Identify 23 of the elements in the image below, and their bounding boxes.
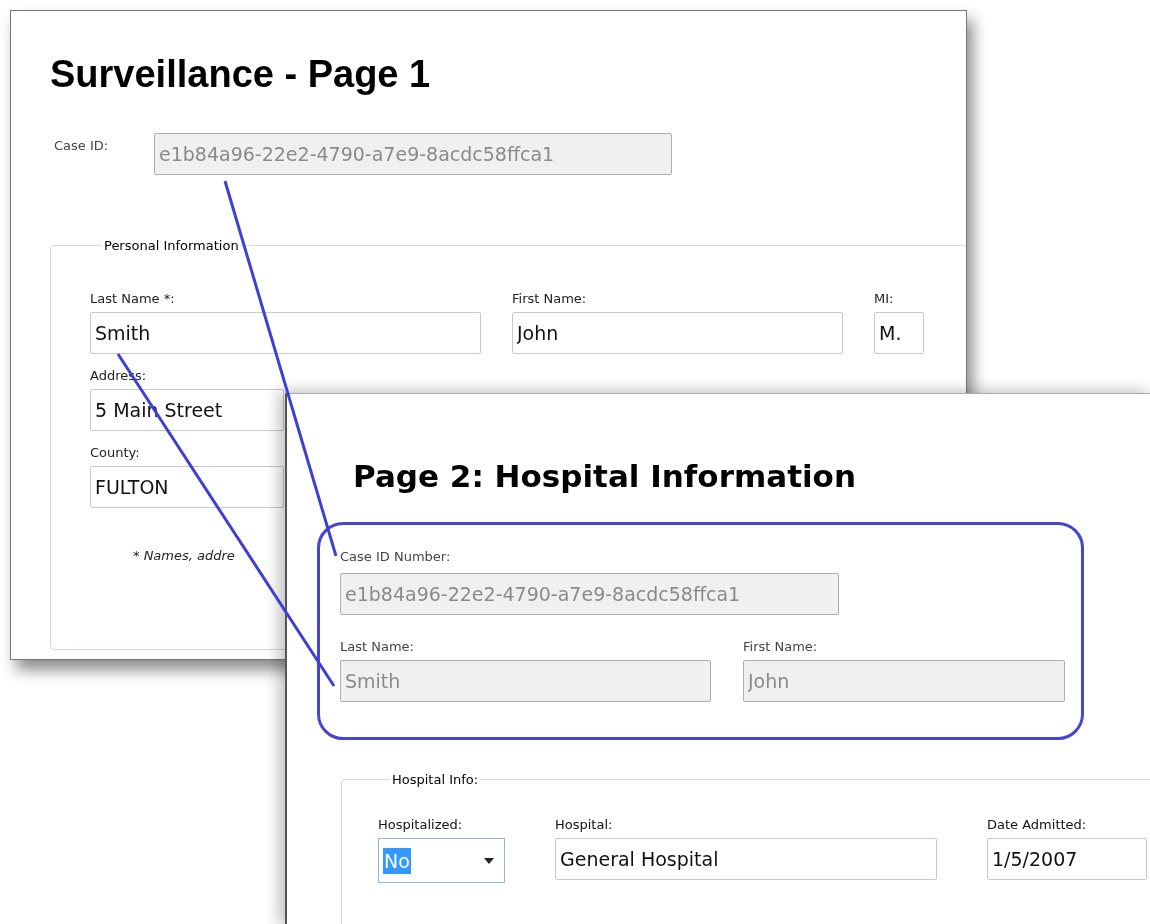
text-field[interactable]: M. bbox=[874, 312, 924, 354]
field-label: First Name: bbox=[743, 639, 819, 654]
page-title: Surveillance - Page 1 bbox=[50, 52, 432, 97]
panel-legend: Personal Information bbox=[102, 238, 241, 253]
field-label: Last Name *: bbox=[90, 291, 176, 306]
field-label: MI: bbox=[874, 291, 895, 306]
field-label: First Name: bbox=[512, 291, 588, 306]
field-label: Date Admitted: bbox=[987, 817, 1088, 832]
text-field[interactable]: General Hospital bbox=[555, 838, 937, 880]
field-label: Case ID: bbox=[53, 137, 110, 153]
field-label: Hospital: bbox=[555, 817, 614, 832]
text-field[interactable]: Smith bbox=[90, 312, 481, 354]
panel-legend: Hospital Info: bbox=[390, 772, 481, 787]
text-field[interactable]: FULTON bbox=[90, 466, 284, 508]
dropdown-value: No bbox=[383, 847, 411, 874]
field-label: Last Name: bbox=[340, 639, 415, 654]
field-label: County: bbox=[90, 445, 141, 460]
footnote: * Names, addre bbox=[133, 548, 235, 563]
page-title: Page 2: Hospital Information bbox=[353, 457, 857, 496]
field-label: Hospitalized: bbox=[378, 817, 464, 832]
field-label: Case ID Number: bbox=[340, 549, 452, 564]
caret-icon bbox=[484, 857, 494, 864]
text-field[interactable]: 1/5/2007 bbox=[987, 838, 1147, 880]
